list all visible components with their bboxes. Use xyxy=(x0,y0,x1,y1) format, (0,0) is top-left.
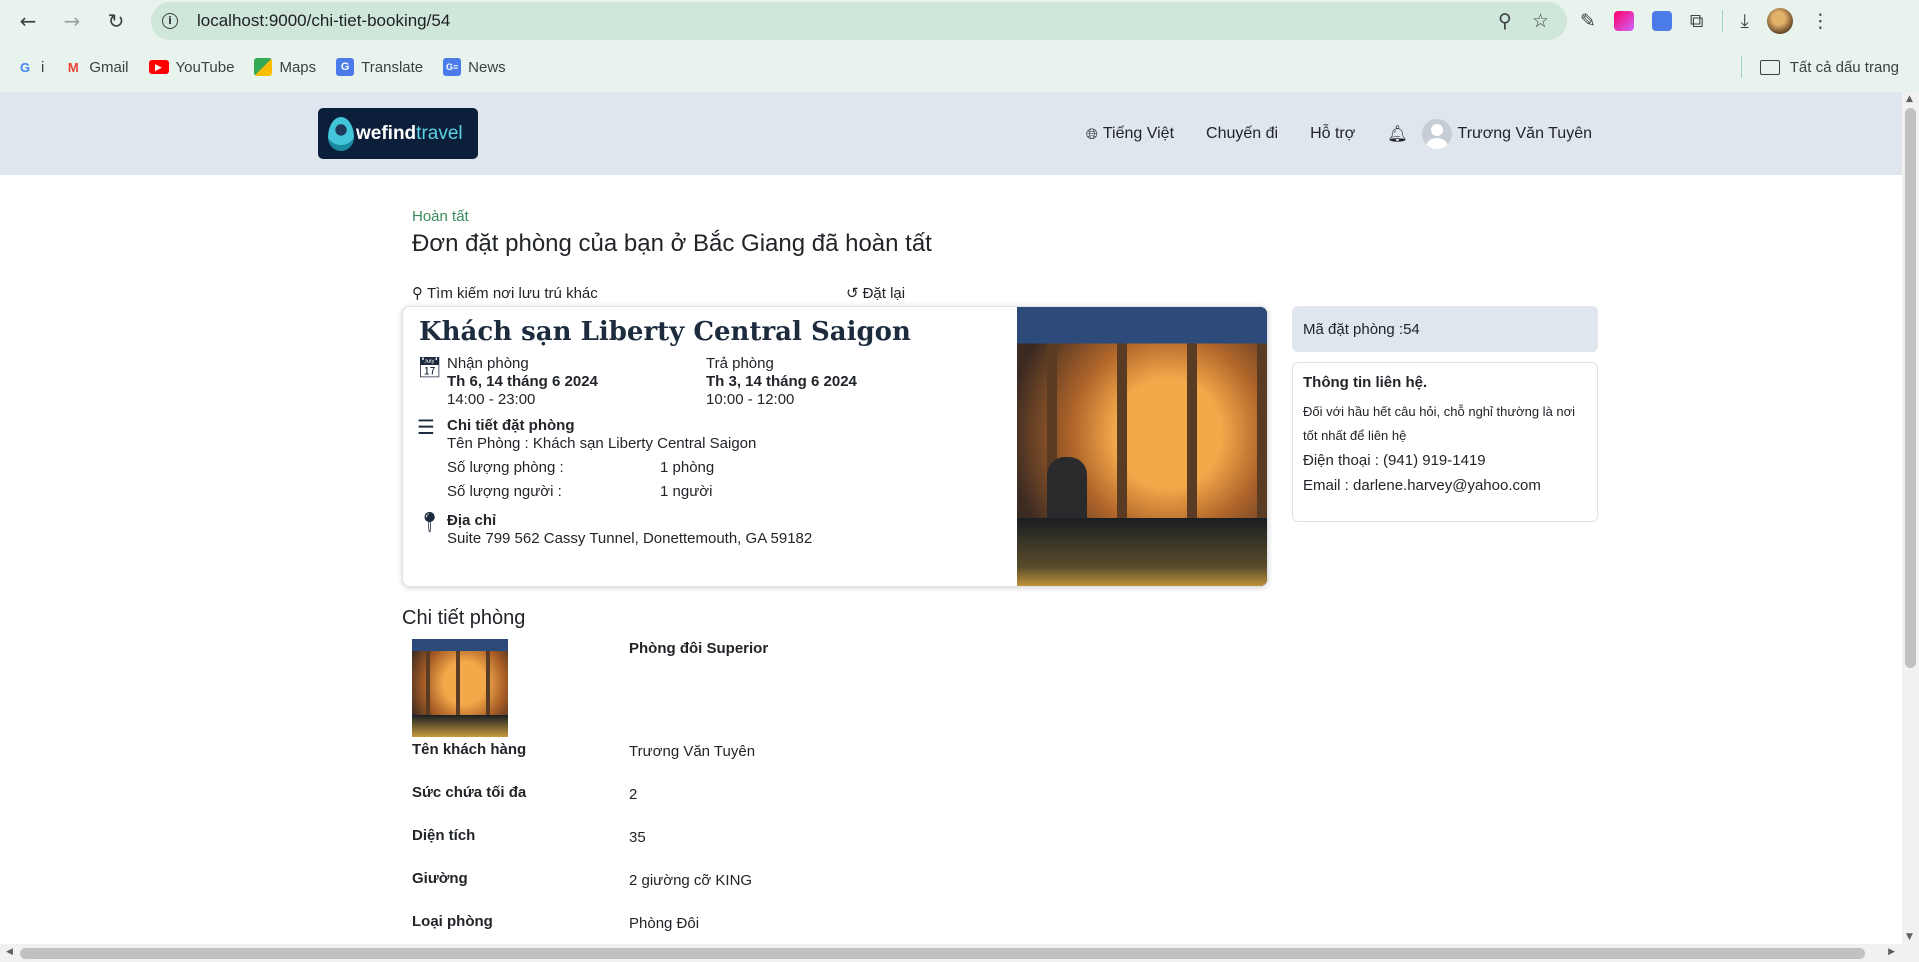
folder-icon xyxy=(1759,59,1780,75)
youtube-icon: ▶ xyxy=(148,60,169,74)
logo-pin-icon xyxy=(328,116,354,151)
back-icon[interactable]: ← xyxy=(6,0,50,42)
extensions-puzzle-icon[interactable]: ⧉ xyxy=(1690,10,1704,32)
zoom-icon[interactable]: ⚲ xyxy=(1498,10,1512,32)
calendar-icon: 📅︎ xyxy=(417,355,443,379)
room-name-line: Tên Phòng : Khách sạn Liberty Central Sa… xyxy=(447,435,757,452)
room-row-value: 2 giường cỡ KING xyxy=(629,872,753,889)
room-row-value: Trương Văn Tuyên xyxy=(629,743,756,760)
undo-icon: ↺ xyxy=(846,284,859,302)
room-row-label: Tên khách hàng xyxy=(412,741,527,758)
room-section-title: Chi tiết phòng xyxy=(402,607,526,629)
booking-details-label: Chi tiết đặt phòng xyxy=(447,417,575,434)
room-row-value: Phòng Đôi xyxy=(629,915,700,932)
people-count-label: Số lượng người : xyxy=(447,483,562,500)
rebook-link[interactable]: ↺ Đặt lại xyxy=(846,284,905,302)
google-icon: G xyxy=(19,59,31,75)
horizontal-scrollbar[interactable]: ◀ ▶ xyxy=(0,944,1919,962)
reload-icon[interactable]: ↻ xyxy=(94,0,138,42)
contact-email: Email : darlene.harvey@yahoo.com xyxy=(1303,477,1541,494)
bookmarks-bar: G i M Gmail ▶ YouTube Maps G Translate G… xyxy=(0,42,1919,92)
checkout-time: 10:00 - 12:00 xyxy=(706,391,795,408)
room-row-label: Sức chứa tối đa xyxy=(412,784,527,801)
profile-avatar-icon[interactable] xyxy=(1766,8,1793,34)
nav-trips[interactable]: Chuyến đi xyxy=(1206,125,1278,143)
location-pin-icon: 📍︎ xyxy=(417,510,443,534)
checkin-label: Nhận phòng xyxy=(447,355,529,372)
bookmarks-divider xyxy=(1740,56,1742,78)
room-row-label: Giường xyxy=(412,870,468,887)
bell-icon: 🔔︎ xyxy=(1387,124,1408,143)
scroll-right-icon[interactable]: ▶ xyxy=(1888,947,1895,957)
color-extension-icon[interactable] xyxy=(1613,11,1634,31)
rooms-count-value: 1 phòng xyxy=(660,459,715,476)
booking-code-box: Mã đặt phòng :54 xyxy=(1292,306,1598,352)
contact-title: Thông tin liên hệ. xyxy=(1303,374,1428,391)
user-avatar-icon xyxy=(1421,118,1452,149)
translate-extension-icon[interactable] xyxy=(1651,11,1672,31)
site-logo[interactable]: wefindtravel xyxy=(318,108,478,159)
checkin-date: Th 6, 14 tháng 6 2024 xyxy=(447,373,598,390)
download-icon[interactable]: ⤓ xyxy=(1741,10,1749,32)
page-title: Đơn đặt phòng của bạn ở Bắc Giang đã hoà… xyxy=(412,230,932,257)
search-icon: ⚲ xyxy=(412,284,423,302)
contact-description: Đối với hầu hết câu hỏi, chỗ nghỉ thường… xyxy=(1303,404,1576,443)
search-other-stay-link[interactable]: ⚲ Tìm kiếm nơi lưu trú khác xyxy=(412,284,598,302)
notifications-button[interactable]: 🔔︎ xyxy=(1387,124,1407,143)
room-row-label: Loại phòng xyxy=(412,913,493,930)
globe-icon: 🌐︎ xyxy=(1085,124,1098,143)
forward-icon[interactable]: → xyxy=(50,0,94,42)
bookmark-news[interactable]: G≡ News xyxy=(443,58,506,76)
all-bookmarks[interactable]: Tất cả dấu trang xyxy=(1740,42,1899,92)
list-icon: ☰ xyxy=(417,415,435,439)
bookmark-youtube[interactable]: ▶ YouTube xyxy=(148,59,234,76)
address-label: Địa chỉ xyxy=(447,512,497,529)
scroll-down-icon[interactable]: ▼ xyxy=(1906,932,1913,942)
checkin-time: 14:00 - 23:00 xyxy=(447,391,536,408)
booking-actions: ⚲ Tìm kiếm nơi lưu trú khác ↺ Đặt lại xyxy=(412,284,912,302)
contact-info-box: Thông tin liên hệ. Đối với hầu hết câu h… xyxy=(1292,362,1598,522)
address-value: Suite 799 562 Cassy Tunnel, Donettemouth… xyxy=(447,530,813,547)
menu-kebab-icon[interactable]: ⋮ xyxy=(1811,10,1830,32)
url-text[interactable]: localhost:9000/chi-tiet-booking/54 xyxy=(197,11,450,31)
bookmark-maps[interactable]: Maps xyxy=(254,58,316,76)
vertical-scroll-thumb[interactable] xyxy=(1905,108,1916,668)
bookmark-translate[interactable]: G Translate xyxy=(336,58,423,76)
site-info-icon[interactable]: i xyxy=(151,2,189,40)
scroll-left-icon[interactable]: ◀ xyxy=(6,947,13,957)
bookmark-star-icon[interactable]: ☆ xyxy=(1532,10,1549,32)
scroll-up-icon[interactable]: ▲ xyxy=(1906,94,1913,104)
checkout-label: Trả phòng xyxy=(706,355,774,372)
people-count-value: 1 người xyxy=(660,483,713,500)
room-type-name: Phòng đôi Superior xyxy=(629,640,769,657)
room-row-label: Diện tích xyxy=(412,827,476,844)
bookmark-gmail[interactable]: M Gmail xyxy=(64,58,129,76)
language-selector[interactable]: 🌐︎ Tiếng Việt xyxy=(1086,125,1174,143)
site-header: wefindtravel 🌐︎ Tiếng Việt Chuyến đi Hỗ … xyxy=(0,92,1902,175)
room-photo xyxy=(412,639,508,737)
translate-icon: G xyxy=(336,58,355,76)
news-icon: G≡ xyxy=(443,58,462,76)
nav-support[interactable]: Hỗ trợ xyxy=(1310,125,1355,143)
booking-card: Khách sạn Liberty Central Saigon 📅︎ Nhận… xyxy=(402,306,1268,587)
hotel-photo xyxy=(1017,307,1267,586)
site-nav: 🌐︎ Tiếng Việt Chuyến đi Hỗ trợ 🔔︎ Trương… xyxy=(1054,92,1592,175)
hotel-name: Khách sạn Liberty Central Saigon xyxy=(419,317,911,347)
toolbar-divider xyxy=(1721,10,1723,32)
contact-phone: Điện thoại : (941) 919-1419 xyxy=(1303,452,1486,469)
checkout-date: Th 3, 14 tháng 6 2024 xyxy=(706,373,857,390)
room-row-value: 2 xyxy=(629,786,638,803)
browser-toolbar: ← → ↻ i localhost:9000/chi-tiet-booking/… xyxy=(0,0,1919,42)
booking-status: Hoàn tất xyxy=(412,208,469,225)
address-bar[interactable]: i localhost:9000/chi-tiet-booking/54 ⚲ ☆ xyxy=(151,2,1567,40)
maps-icon xyxy=(254,58,273,76)
vertical-scrollbar[interactable]: ▲ ▼ xyxy=(1902,92,1919,944)
eyedropper-extension-icon[interactable]: ✎ xyxy=(1580,10,1596,32)
gmail-icon: M xyxy=(67,59,79,75)
user-menu[interactable]: Trương Văn Tuyên xyxy=(1421,118,1592,149)
room-row-value: 35 xyxy=(629,829,646,846)
rooms-count-label: Số lượng phòng : xyxy=(447,459,564,476)
bookmark-google[interactable]: G i xyxy=(16,58,44,76)
horizontal-scroll-thumb[interactable] xyxy=(20,948,1865,959)
